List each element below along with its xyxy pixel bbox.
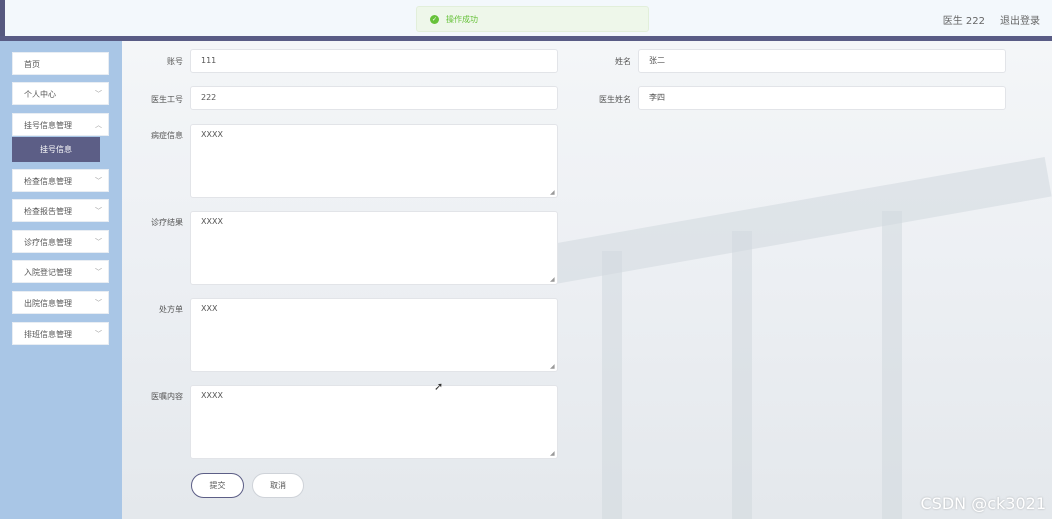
resize-handle-icon[interactable]: ◢ — [550, 364, 556, 370]
doctor-name-input[interactable]: 李四 — [638, 86, 1006, 110]
sidebar-item-exam[interactable]: 检查信息管理 ﹀ — [12, 169, 109, 192]
sidebar-item-label: 检查报告管理 — [24, 207, 72, 216]
sidebar-item-label: 个人中心 — [24, 90, 56, 99]
chevron-down-icon: ﹀ — [95, 268, 102, 276]
result-textarea[interactable]: XXXX ◢ — [190, 211, 558, 285]
sidebar-item-label: 首页 — [24, 60, 40, 69]
result-value: XXXX — [201, 217, 223, 226]
advice-value: XXXX — [201, 391, 223, 400]
symptom-textarea[interactable]: XXXX ◢ — [190, 124, 558, 198]
chevron-down-icon: ﹀ — [95, 299, 102, 307]
chevron-down-icon: ﹀ — [95, 330, 102, 338]
submit-button[interactable]: 提交 — [191, 473, 244, 498]
cancel-button[interactable]: 取消 — [252, 473, 304, 498]
chevron-down-icon: ﹀ — [95, 238, 102, 246]
result-label: 诊疗结果 — [151, 218, 183, 227]
prescription-value: XXX — [201, 304, 218, 313]
background-decoration — [732, 231, 752, 519]
sidebar-item-personal-center[interactable]: 个人中心 ﹀ — [12, 82, 109, 105]
background-decoration — [882, 211, 902, 519]
background-decoration — [602, 251, 622, 519]
success-toast: ✓ 操作成功 — [416, 6, 649, 32]
sidebar-item-label: 出院信息管理 — [24, 299, 72, 308]
chevron-down-icon: ﹀ — [95, 177, 102, 185]
symptom-label: 病症信息 — [151, 131, 183, 140]
resize-handle-icon[interactable]: ◢ — [550, 451, 556, 457]
account-input[interactable]: 111 — [190, 49, 558, 73]
sidebar-item-home[interactable]: 首页 — [12, 52, 109, 75]
doctor-id-input[interactable]: 222 — [190, 86, 558, 110]
chevron-down-icon: ﹀ — [95, 90, 102, 98]
sidebar-item-admission[interactable]: 入院登记管理 ﹀ — [12, 260, 109, 283]
main-content: 账号 111 姓名 张二 医生工号 222 医生姓名 李四 病症信息 XXXX … — [122, 41, 1052, 519]
mouse-pointer-icon: ➚ — [434, 380, 444, 393]
watermark: CSDN @ck3021 — [920, 494, 1046, 513]
current-user: 医生 222 — [942, 16, 985, 27]
sidebar-item-diagnosis[interactable]: 诊疗信息管理 ﹀ — [12, 230, 109, 253]
logout-link[interactable]: 退出登录 — [1000, 12, 1040, 27]
sidebar: 首页 个人中心 ﹀ 挂号信息管理 ︿ 挂号信息 检查信息管理 ﹀ 检查报告管理 ﹀ 诊疗… — [0, 41, 122, 519]
sidebar-item-label: 诊疗信息管理 — [24, 238, 72, 247]
symptom-value: XXXX — [201, 130, 223, 139]
submenu-item-registration-info[interactable]: 挂号信息 — [12, 137, 100, 162]
doctor-name-label: 医生姓名 — [599, 95, 631, 104]
sidebar-item-discharge[interactable]: 出院信息管理 ﹀ — [12, 291, 109, 314]
check-circle-icon: ✓ — [430, 14, 439, 24]
advice-label: 医嘱内容 — [151, 392, 183, 401]
advice-textarea[interactable]: XXXX ◢ — [190, 385, 558, 459]
name-label: 姓名 — [615, 57, 631, 66]
name-input[interactable]: 张二 — [638, 49, 1006, 73]
sidebar-item-schedule[interactable]: 排班信息管理 ﹀ — [12, 322, 109, 345]
sidebar-item-label: 入院登记管理 — [24, 268, 72, 277]
sidebar-item-label: 挂号信息管理 — [24, 121, 72, 130]
sidebar-item-label: 检查信息管理 — [24, 177, 72, 186]
resize-handle-icon[interactable]: ◢ — [550, 277, 556, 283]
sidebar-item-registration[interactable]: 挂号信息管理 ︿ — [12, 113, 109, 136]
account-label: 账号 — [167, 57, 183, 66]
toast-message: 操作成功 — [446, 14, 478, 24]
sidebar-item-exam-report[interactable]: 检查报告管理 ﹀ — [12, 199, 109, 222]
doctor-id-label: 医生工号 — [151, 95, 183, 104]
prescription-label: 处方单 — [159, 305, 183, 314]
chevron-down-icon: ﹀ — [95, 207, 102, 215]
sidebar-item-label: 排班信息管理 — [24, 330, 72, 339]
chevron-up-icon: ︿ — [95, 121, 102, 129]
resize-handle-icon[interactable]: ◢ — [550, 190, 556, 196]
prescription-textarea[interactable]: XXX ◢ — [190, 298, 558, 372]
